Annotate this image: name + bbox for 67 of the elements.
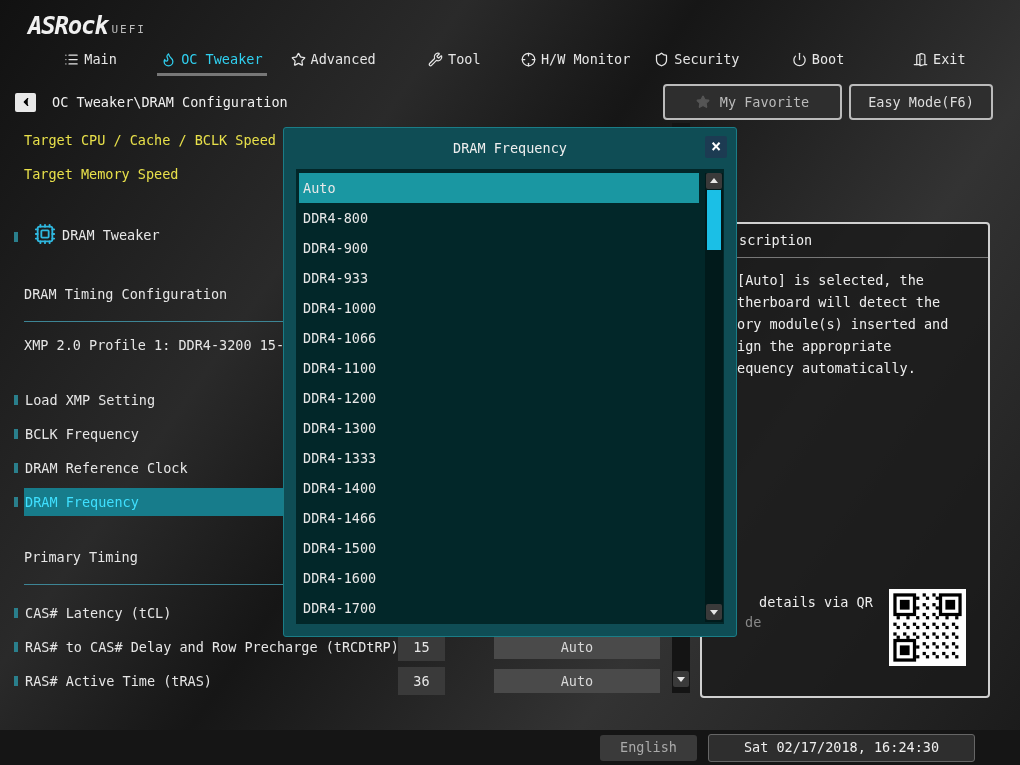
nav-tab[interactable]: Main [60, 46, 121, 76]
door-icon [913, 52, 929, 67]
item-marker-icon [14, 642, 18, 652]
wrench-icon [428, 52, 444, 67]
frequency-option[interactable]: DDR4-1066 [299, 323, 699, 353]
date-time: Sat 02/17/2018, 16:24:30 [708, 733, 975, 762]
setting-row[interactable]: RAS# Active Time (tRAS) [24, 667, 394, 695]
frequency-option[interactable]: DDR4-1600 [299, 563, 699, 593]
nav-tab[interactable]: H/W Monitor [516, 46, 635, 76]
scroll-thumb[interactable] [707, 190, 721, 250]
crosshair-icon [520, 52, 536, 67]
easy-mode-button[interactable]: Easy Mode(F6) [849, 84, 993, 120]
frequency-option[interactable]: DDR4-1700 [299, 593, 699, 623]
logo-suffix: UEFI [111, 21, 146, 38]
memory-icon [34, 223, 56, 245]
item-marker-icon [14, 232, 18, 242]
section-heading: DRAM Timing Configuration [24, 286, 228, 302]
power-icon [791, 52, 807, 67]
back-button[interactable] [15, 92, 36, 112]
group-link[interactable]: DRAM Tweaker [62, 224, 160, 245]
frequency-option[interactable]: DDR4-800 [299, 203, 699, 233]
qr-hint: de [745, 613, 763, 633]
nav-tab[interactable]: Security [650, 46, 744, 76]
item-marker-icon [14, 463, 18, 473]
frequency-option[interactable]: DDR4-1200 [299, 383, 699, 413]
favorite-button[interactable]: My Favorite [663, 84, 842, 120]
dialog-title: DRAM Frequency [453, 139, 567, 159]
section-heading: Primary Timing [24, 549, 138, 565]
scroll-up-button[interactable] [706, 173, 722, 189]
shield-icon [654, 52, 670, 67]
qr-hint: details via QR [759, 593, 873, 612]
nav-tab[interactable]: Tool [424, 46, 485, 76]
nav-tab[interactable]: Boot [787, 46, 849, 76]
nav-tab[interactable]: OC Tweaker [157, 46, 267, 76]
info-label: Target CPU / Cache / BCLK Speed [24, 130, 276, 150]
info-label: Target Memory Speed [24, 164, 179, 184]
panel-title: scription [739, 231, 813, 251]
profile-text: XMP 2.0 Profile 1: DDR4-3200 15- [24, 337, 285, 353]
frequency-option[interactable]: DDR4-900 [299, 233, 699, 263]
frequency-option[interactable]: DDR4-1100 [299, 353, 699, 383]
nav-tab[interactable]: Advanced [286, 46, 380, 76]
setting-row[interactable]: RAS# to CAS# Delay and Row Precharge (tRCDtRP) [24, 633, 394, 661]
item-marker-icon [14, 608, 18, 618]
breadcrumb: OC Tweaker\DRAM Configuration [52, 92, 288, 112]
option-dropdown[interactable]: Auto [494, 635, 660, 659]
star-icon [695, 95, 710, 109]
scroll-down-button[interactable] [706, 604, 722, 620]
frequency-option[interactable]: DDR4-1300 [299, 413, 699, 443]
frequency-option[interactable]: DDR4-933 [299, 263, 699, 293]
item-marker-icon [14, 676, 18, 686]
list-icon [64, 52, 80, 67]
scroll-down-button[interactable] [673, 671, 689, 687]
list-scrollbar[interactable] [705, 173, 723, 622]
close-button[interactable]: × [705, 136, 727, 158]
star-icon [290, 52, 306, 67]
option-dropdown[interactable]: Auto [494, 669, 660, 693]
setting-value: 36 [398, 667, 445, 695]
brand-logo: ASRock [28, 14, 108, 38]
nav-tab[interactable]: Exit [909, 46, 970, 76]
frequency-option[interactable]: DDR4-1000 [299, 293, 699, 323]
description-text: [Auto] is selected, the therboard will detect the ory module(s) inserted and ign the appropriate equency automatically. [736, 271, 950, 378]
item-marker-icon [14, 429, 18, 439]
frequency-option[interactable]: DDR4-1500 [299, 533, 699, 563]
language-button[interactable]: English [600, 734, 697, 761]
frequency-option[interactable]: DDR4-1333 [299, 443, 699, 473]
item-marker-icon [14, 497, 18, 507]
item-marker-icon [14, 395, 18, 405]
